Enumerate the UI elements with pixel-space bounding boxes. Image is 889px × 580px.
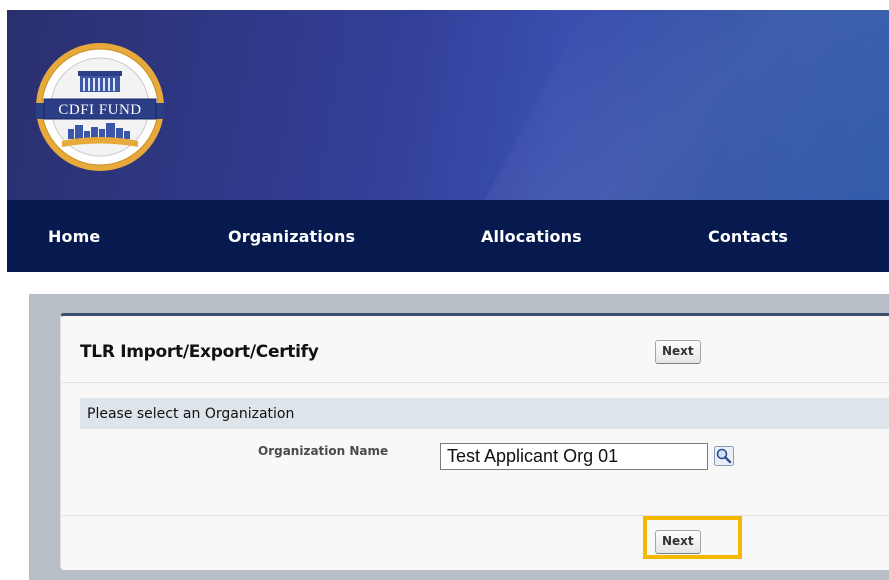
panel-header: TLR Import/Export/Certify Next: [61, 316, 889, 383]
page-title: TLR Import/Export/Certify: [80, 342, 319, 362]
nav-item-allocations[interactable]: Allocations: [481, 227, 582, 246]
next-button-top[interactable]: Next: [655, 340, 701, 364]
nav-item-contacts[interactable]: Contacts: [708, 227, 788, 246]
section-header: Please select an Organization: [80, 398, 889, 429]
organization-name-input[interactable]: Test Applicant Org 01: [440, 443, 708, 470]
main-nav: Home Organizations Allocations Contacts: [7, 200, 889, 272]
logo-text: CDFI FUND: [58, 102, 141, 118]
footer-divider: [61, 515, 889, 516]
nav-item-organizations[interactable]: Organizations: [228, 227, 355, 246]
magnifier-icon[interactable]: [714, 446, 734, 466]
highlight-box: [643, 516, 742, 559]
nav-item-home[interactable]: Home: [48, 227, 100, 246]
banner-sheen: [447, 10, 889, 200]
section-title: Please select an Organization: [87, 406, 295, 422]
organization-name-label: Organization Name: [258, 444, 389, 458]
cdfi-fund-logo: CDFI FUND: [36, 43, 164, 171]
tlr-panel: TLR Import/Export/Certify Next Please se…: [60, 313, 889, 570]
header-banner: CDFI FUND: [7, 10, 889, 200]
